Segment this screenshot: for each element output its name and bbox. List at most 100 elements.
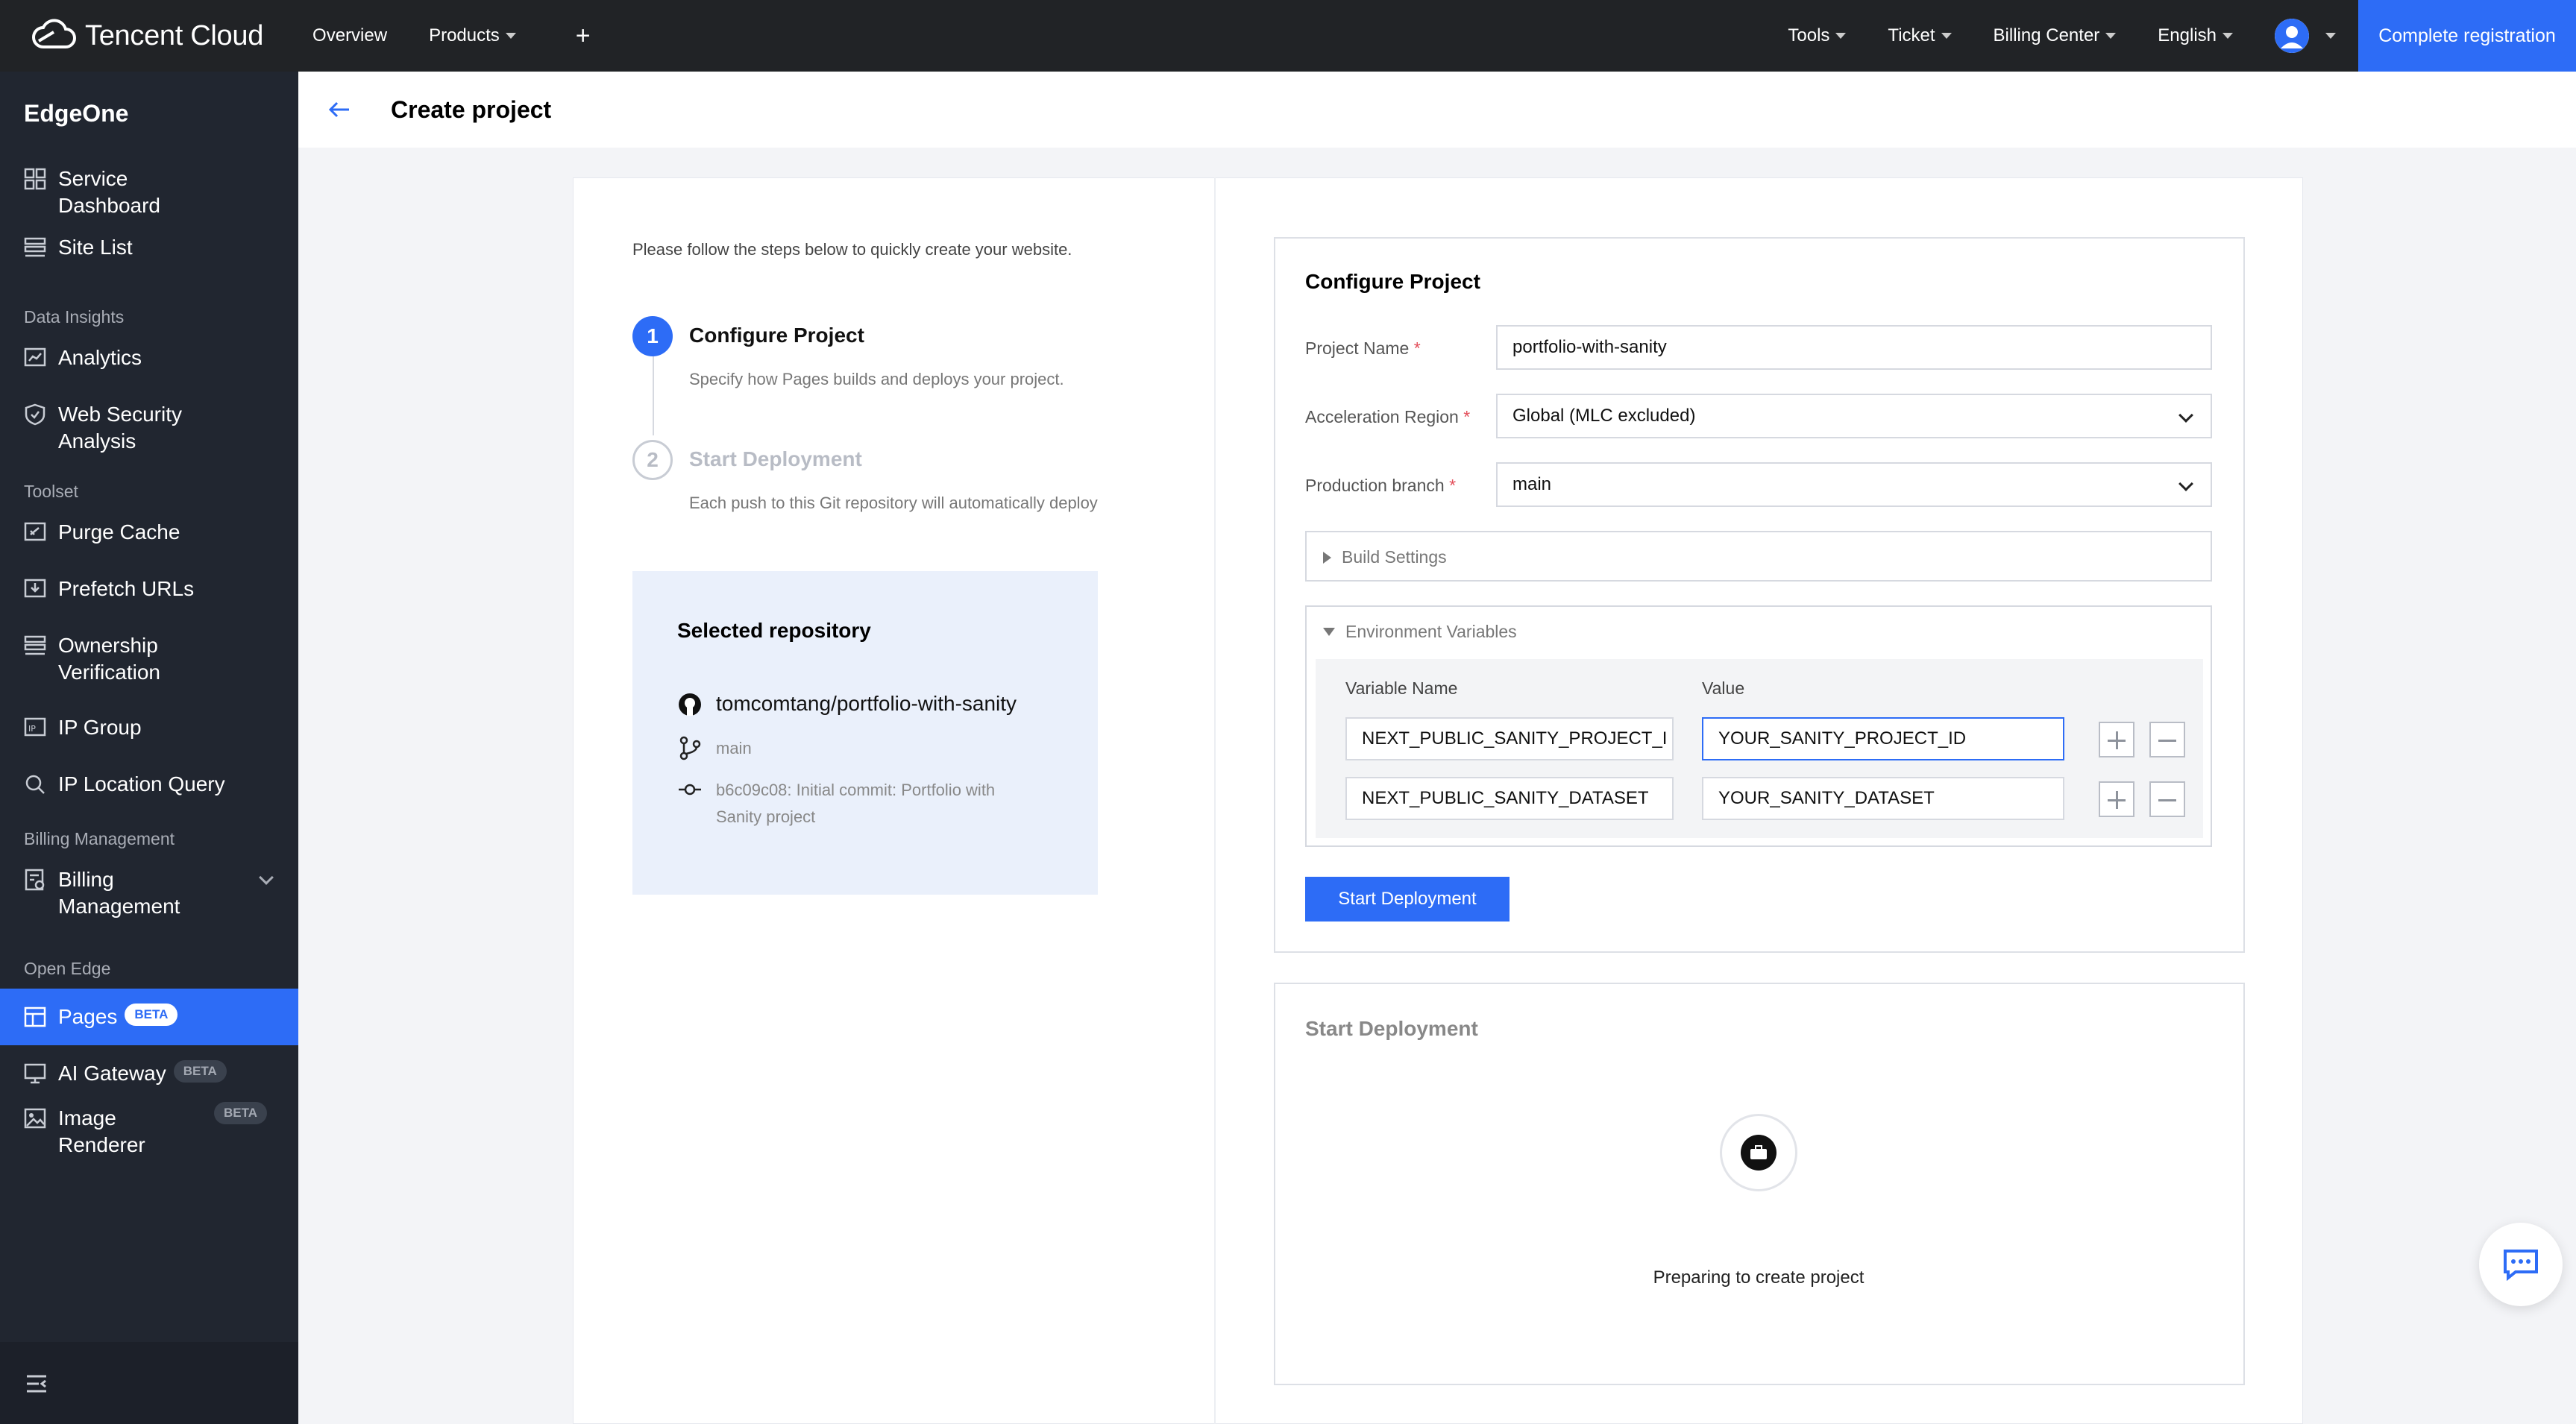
briefcase-shape [1750, 1145, 1767, 1159]
sidebar-item-analytics[interactable]: Analytics [0, 341, 298, 398]
sidebar-item-service-dashboard[interactable]: Service Dashboard [0, 163, 298, 219]
nav-products[interactable]: Products [429, 25, 516, 46]
step-1-title: Configure Project [689, 324, 864, 347]
caret-down-icon [1941, 33, 1952, 39]
env-value-input[interactable]: YOUR_SANITY_PROJECT_ID [1702, 717, 2064, 760]
sidebar-item-ownership-verification[interactable]: Ownership Verification [0, 629, 298, 711]
minus-icon [2158, 740, 2176, 742]
sidebar-item-ai-gateway[interactable]: AI Gateway BETA [0, 1045, 298, 1102]
branch-value: main [1512, 474, 1552, 494]
sidebar-item-web-security-analysis[interactable]: Web Security Analysis [0, 398, 298, 480]
beta-badge: BETA [213, 1102, 267, 1124]
sidebar-item-label: Purge Cache [58, 520, 180, 544]
build-settings-header: Build Settings [1323, 547, 1447, 567]
analytics-icon [24, 347, 46, 367]
env-name-input[interactable]: NEXT_PUBLIC_SANITY_PROJECT_I [1345, 717, 1674, 760]
production-branch-select[interactable]: main [1496, 462, 2212, 507]
page-header: Create project [298, 72, 2576, 148]
brand[interactable]: Tencent Cloud [28, 19, 263, 53]
project-name-label-text: Project Name [1305, 338, 1410, 358]
caret-down-icon [2105, 33, 2117, 39]
repo-branch: main [716, 739, 752, 757]
sidebar-item-image-renderer[interactable]: Image Renderer BETA [0, 1102, 298, 1184]
avatar[interactable] [2275, 19, 2309, 53]
back-arrow-icon[interactable] [327, 97, 352, 122]
gateway-icon [24, 1063, 46, 1084]
sidebar-item-pages[interactable]: Pages BETA [0, 989, 298, 1045]
brand-name: Tencent Cloud [85, 19, 264, 51]
sidebar-item-label: Image Renderer [58, 1106, 145, 1156]
build-settings-collapse[interactable]: Build Settings [1305, 531, 2212, 582]
column-divider [1214, 177, 1216, 1424]
sidebar-item-label: Ownership Verification [58, 634, 160, 684]
chat-support-button[interactable] [2479, 1223, 2563, 1306]
production-branch-label: Production branch * [1305, 476, 1456, 496]
nav-tools[interactable]: Tools [1788, 25, 1847, 46]
sidebar-item-label: Pages [58, 1005, 118, 1028]
sidebar-item-ip-location-query[interactable]: IP Location Query [0, 768, 298, 825]
selected-repository-box: Selected repository tomcomtang/portfolio… [632, 571, 1098, 895]
start-deployment-button[interactable]: Start Deployment [1305, 877, 1510, 921]
dashboard-icon [24, 168, 46, 190]
remove-row-button[interactable] [2149, 781, 2185, 817]
sidebar-footer [0, 1342, 298, 1424]
product-title: EdgeOne [24, 100, 129, 127]
section-billing: Billing Management [24, 829, 175, 848]
step-1-indicator: 1 [632, 316, 673, 356]
region-value: Global (MLC excluded) [1512, 406, 1696, 426]
sidebar-item-label: Prefetch URLs [58, 577, 195, 600]
download-icon [24, 579, 46, 598]
sidebar-item-purge-cache[interactable]: Purge Cache [0, 516, 298, 573]
sidebar-item-site-list[interactable]: Site List [0, 219, 298, 276]
branch-label-text: Production branch [1305, 476, 1445, 495]
sidebar-item-billing-management[interactable]: Billing Management [0, 863, 298, 954]
shield-icon [25, 403, 45, 426]
commit-icon [679, 784, 701, 796]
acceleration-region-select[interactable]: Global (MLC excluded) [1496, 394, 2212, 438]
sidebar-nav: Service Dashboard Site List Data Insight… [0, 163, 298, 1184]
plus-icon-v [2116, 731, 2118, 749]
account-caret-icon[interactable] [2325, 33, 2336, 39]
nav-overview[interactable]: Overview [312, 25, 387, 46]
sidebar-item-label: Analytics [58, 346, 142, 369]
chat-icon [2504, 1250, 2538, 1281]
sidebar-item-label: IP Location Query [58, 772, 225, 796]
sidebar-item-prefetch-urls[interactable]: Prefetch URLs [0, 573, 298, 629]
remove-row-button[interactable] [2149, 722, 2185, 757]
env-name-input[interactable]: NEXT_PUBLIC_SANITY_DATASET [1345, 777, 1674, 820]
nav-ticket-label: Ticket [1888, 25, 1935, 45]
billing-icon [25, 869, 45, 891]
sidebar-item-label: Service Dashboard [58, 167, 160, 217]
env-value-input[interactable]: YOUR_SANITY_DATASET [1702, 777, 2064, 820]
sidebar: EdgeOne Service Dashboard Site List Data… [0, 72, 298, 1424]
add-row-button[interactable] [2099, 722, 2134, 757]
repo-name-row: tomcomtang/portfolio-with-sanity [677, 692, 1017, 717]
env-vars-header[interactable]: Environment Variables [1323, 622, 1517, 642]
nav-ticket[interactable]: Ticket [1888, 25, 1952, 46]
env-head-value: Value [1702, 678, 1745, 698]
project-name-input[interactable]: portfolio-with-sanity [1496, 325, 2212, 370]
chevron-down-icon [2178, 476, 2193, 491]
required-mark: * [1449, 476, 1457, 495]
section-open-edge: Open Edge [24, 959, 111, 978]
repo-box-title: Selected repository [677, 619, 871, 642]
nav-billing-center[interactable]: Billing Center [1994, 25, 2117, 46]
build-settings-label: Build Settings [1342, 547, 1447, 567]
verify-icon [24, 635, 46, 655]
collapse-menu-icon[interactable] [25, 1373, 48, 1394]
env-head-name: Variable Name [1345, 678, 1458, 698]
repo-name[interactable]: tomcomtang/portfolio-with-sanity [716, 692, 1017, 716]
image-icon [24, 1108, 46, 1129]
top-bar: Tencent Cloud Overview Products + Tools … [0, 0, 2576, 72]
beta-badge: BETA [125, 1004, 178, 1026]
add-row-button[interactable] [2099, 781, 2134, 817]
nav-language[interactable]: English [2158, 25, 2233, 46]
caret-down-icon [2222, 33, 2233, 39]
svg-text:IP: IP [28, 724, 36, 734]
plus-icon[interactable]: + [576, 22, 591, 51]
complete-registration-button[interactable]: Complete registration [2358, 0, 2576, 72]
github-icon [679, 693, 701, 716]
nav-tools-label: Tools [1788, 25, 1830, 45]
sidebar-item-ip-group[interactable]: IP IP Group [0, 711, 298, 768]
search-icon [25, 775, 45, 794]
